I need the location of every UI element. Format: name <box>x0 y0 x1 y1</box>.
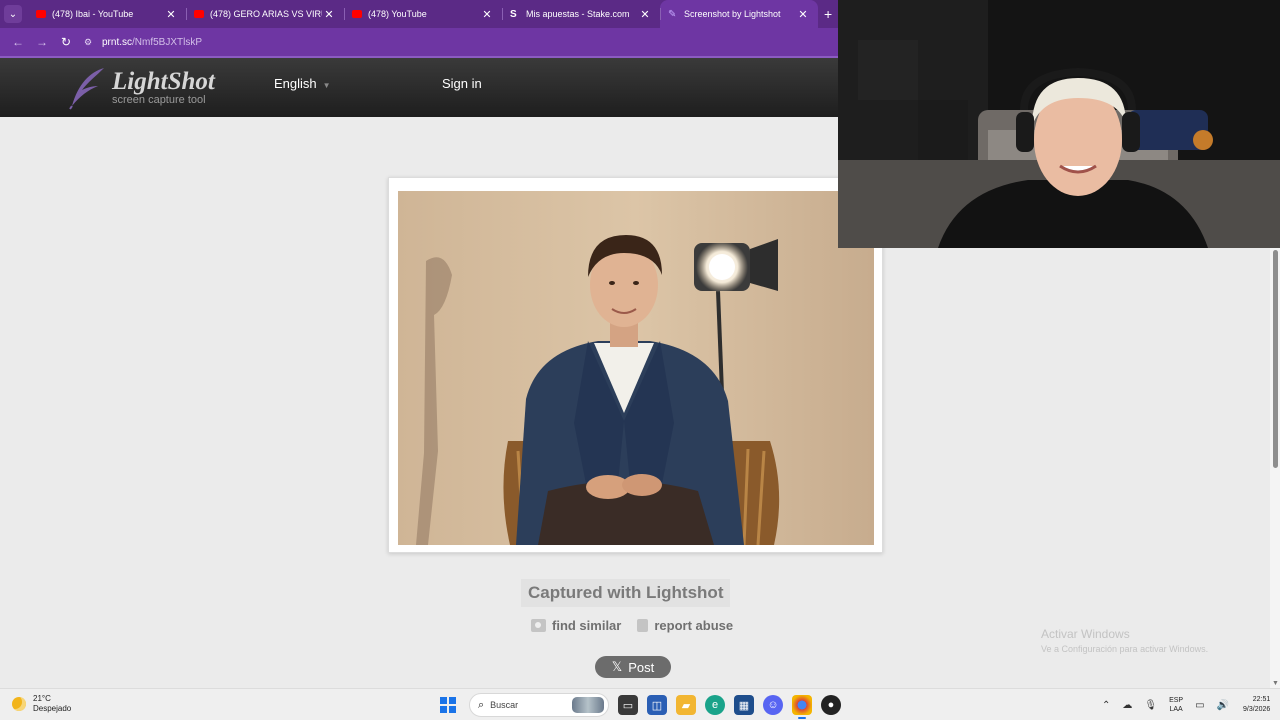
logo-tagline: screen capture tool <box>112 94 206 106</box>
tab-search-menu-button[interactable]: ⌄ <box>4 5 22 23</box>
scroll-down-arrow-icon[interactable]: ▼ <box>1272 680 1279 687</box>
report-icon <box>637 619 649 632</box>
close-tab-icon[interactable]: ✕ <box>322 8 336 21</box>
file-explorer-icon[interactable]: ▰ <box>676 695 696 715</box>
sign-in-link[interactable]: Sign in <box>442 76 482 91</box>
lightshot-feather-icon: ✎ <box>668 8 677 20</box>
weather-widget[interactable]: 21°C Despejado <box>12 694 71 714</box>
new-tab-icon[interactable]: + <box>824 6 832 22</box>
caret-down-icon: ▼ <box>322 80 331 90</box>
youtube-icon <box>36 10 46 18</box>
clock-date: 9/3/2026 <box>1243 706 1271 713</box>
camera-icon <box>531 619 546 632</box>
stake-icon: S <box>510 8 517 20</box>
url-host: prnt.sc <box>102 36 133 48</box>
browser-tab-strip: ⌄ (478) Ibai - YouTube ✕ (478) GERO ARIA… <box>0 0 838 28</box>
image-actions: find similar report abuse <box>531 618 733 633</box>
forward-arrow-icon[interactable]: → <box>32 35 52 49</box>
page-scrollbar[interactable]: ▼ <box>1270 248 1280 688</box>
url-path: /Nmf5BJXTlskP <box>132 36 203 48</box>
discord-icon[interactable]: ☺ <box>763 695 783 715</box>
address-bar[interactable]: ⚙ prnt.sc/Nmf5BJXTlskP <box>84 31 838 53</box>
post-to-x-button[interactable]: 𝕏 Post <box>595 656 671 678</box>
browser-tab[interactable]: (478) Ibai - YouTube ✕ <box>28 0 186 28</box>
app-icon[interactable]: ● <box>821 695 841 715</box>
windows-start-icon[interactable] <box>440 697 456 713</box>
tab-title: Mis apuestas - Stake.com <box>526 9 630 19</box>
cloud-icon[interactable]: ☁ <box>1122 700 1132 711</box>
tab-title: (478) YouTube <box>368 9 427 19</box>
post-label: Post <box>628 659 655 675</box>
close-tab-icon[interactable]: ✕ <box>480 8 494 21</box>
microphone-icon[interactable]: 🎙 <box>1144 700 1157 711</box>
browser-toolbar: ← → ↻ ⚙ prnt.sc/Nmf5BJXTlskP <box>0 28 838 56</box>
browser-tab-active[interactable]: ✎ Screenshot by Lightshot ✕ <box>660 0 818 28</box>
microsoft-store-icon[interactable]: ▦ <box>734 695 754 715</box>
weather-temperature: 21°C <box>33 694 51 703</box>
moon-icon <box>12 697 26 711</box>
search-icon: ⌕ <box>478 698 485 711</box>
screenshot-frame <box>388 177 883 553</box>
language-indicator[interactable]: ESP LAA <box>1169 696 1183 714</box>
reload-icon[interactable]: ↻ <box>56 35 76 49</box>
system-tray: ⌃ ☁ 🎙 ESP LAA ▭ 🔊 22:51 9/3/2026 <box>1102 695 1270 715</box>
language-code: ESP <box>1169 697 1184 704</box>
clock-time: 22:51 <box>1252 696 1271 703</box>
captured-with-lightshot-label[interactable]: Captured with Lightshot <box>521 579 731 607</box>
network-icon[interactable]: ▭ <box>1195 700 1204 711</box>
close-tab-icon[interactable]: ✕ <box>164 8 178 21</box>
browser-tab[interactable]: (478) GERO ARIAS VS VIRUZZ | ✕ <box>186 0 344 28</box>
photos-app-icon[interactable]: ◫ <box>647 695 667 715</box>
tab-title: (478) GERO ARIAS VS VIRUZZ | <box>210 9 322 19</box>
feather-logo-icon <box>69 68 104 110</box>
tab-title: Screenshot by Lightshot <box>684 9 781 19</box>
screenshot-image[interactable] <box>398 191 874 545</box>
site-info-icon[interactable]: ⚙ <box>84 37 98 48</box>
activate-windows-watermark: Activar Windows Ve a Configuración para … <box>1041 627 1208 654</box>
x-logo-icon: 𝕏 <box>611 659 623 674</box>
scrollbar-thumb[interactable] <box>1273 250 1278 468</box>
watermark-title: Activar Windows <box>1041 627 1130 641</box>
keyboard-layout: LAA <box>1169 706 1183 713</box>
youtube-icon <box>352 10 362 18</box>
close-tab-icon[interactable]: ✕ <box>638 8 652 21</box>
taskbar-apps: ⌕ Buscar ▭ ◫ ▰ e ▦ ☺ ● <box>440 693 841 719</box>
webcam-overlay <box>838 0 1280 248</box>
watermark-subtitle: Ve a Configuración para activar Windows. <box>1041 644 1209 654</box>
chevron-up-icon[interactable]: ⌃ <box>1102 700 1110 711</box>
find-similar-link[interactable]: find similar <box>552 618 621 633</box>
close-tab-icon[interactable]: ✕ <box>796 8 810 21</box>
clock[interactable]: 22:51 9/3/2026 <box>1243 695 1270 715</box>
task-view-icon[interactable]: ▭ <box>618 695 638 715</box>
lightshot-logo[interactable]: LightShot screen capture tool <box>68 66 215 110</box>
volume-icon[interactable]: 🔊 <box>1217 700 1229 711</box>
back-arrow-icon[interactable]: ← <box>8 35 28 49</box>
weather-description: Despejado <box>33 704 72 713</box>
report-abuse-link[interactable]: report abuse <box>654 618 733 633</box>
site-header: LightShot screen capture tool English ▼ … <box>0 58 838 117</box>
language-label: English <box>274 76 317 91</box>
search-highlight-image <box>572 697 604 713</box>
windows-taskbar: 21°C Despejado ⌕ Buscar ▭ ◫ ▰ e ▦ ☺ ● ⌃ … <box>0 688 1280 720</box>
chrome-icon[interactable] <box>792 695 812 719</box>
taskbar-search[interactable]: ⌕ Buscar <box>469 693 609 717</box>
search-placeholder: Buscar <box>490 700 519 710</box>
logo-name: LightShot <box>112 68 215 95</box>
edge-browser-icon[interactable]: e <box>705 695 725 715</box>
browser-tab[interactable]: (478) YouTube ✕ <box>344 0 502 28</box>
browser-tab[interactable]: S Mis apuestas - Stake.com ✕ <box>502 0 660 28</box>
language-selector[interactable]: English ▼ <box>274 76 331 91</box>
tab-title: (478) Ibai - YouTube <box>52 9 134 19</box>
youtube-icon <box>194 10 204 18</box>
